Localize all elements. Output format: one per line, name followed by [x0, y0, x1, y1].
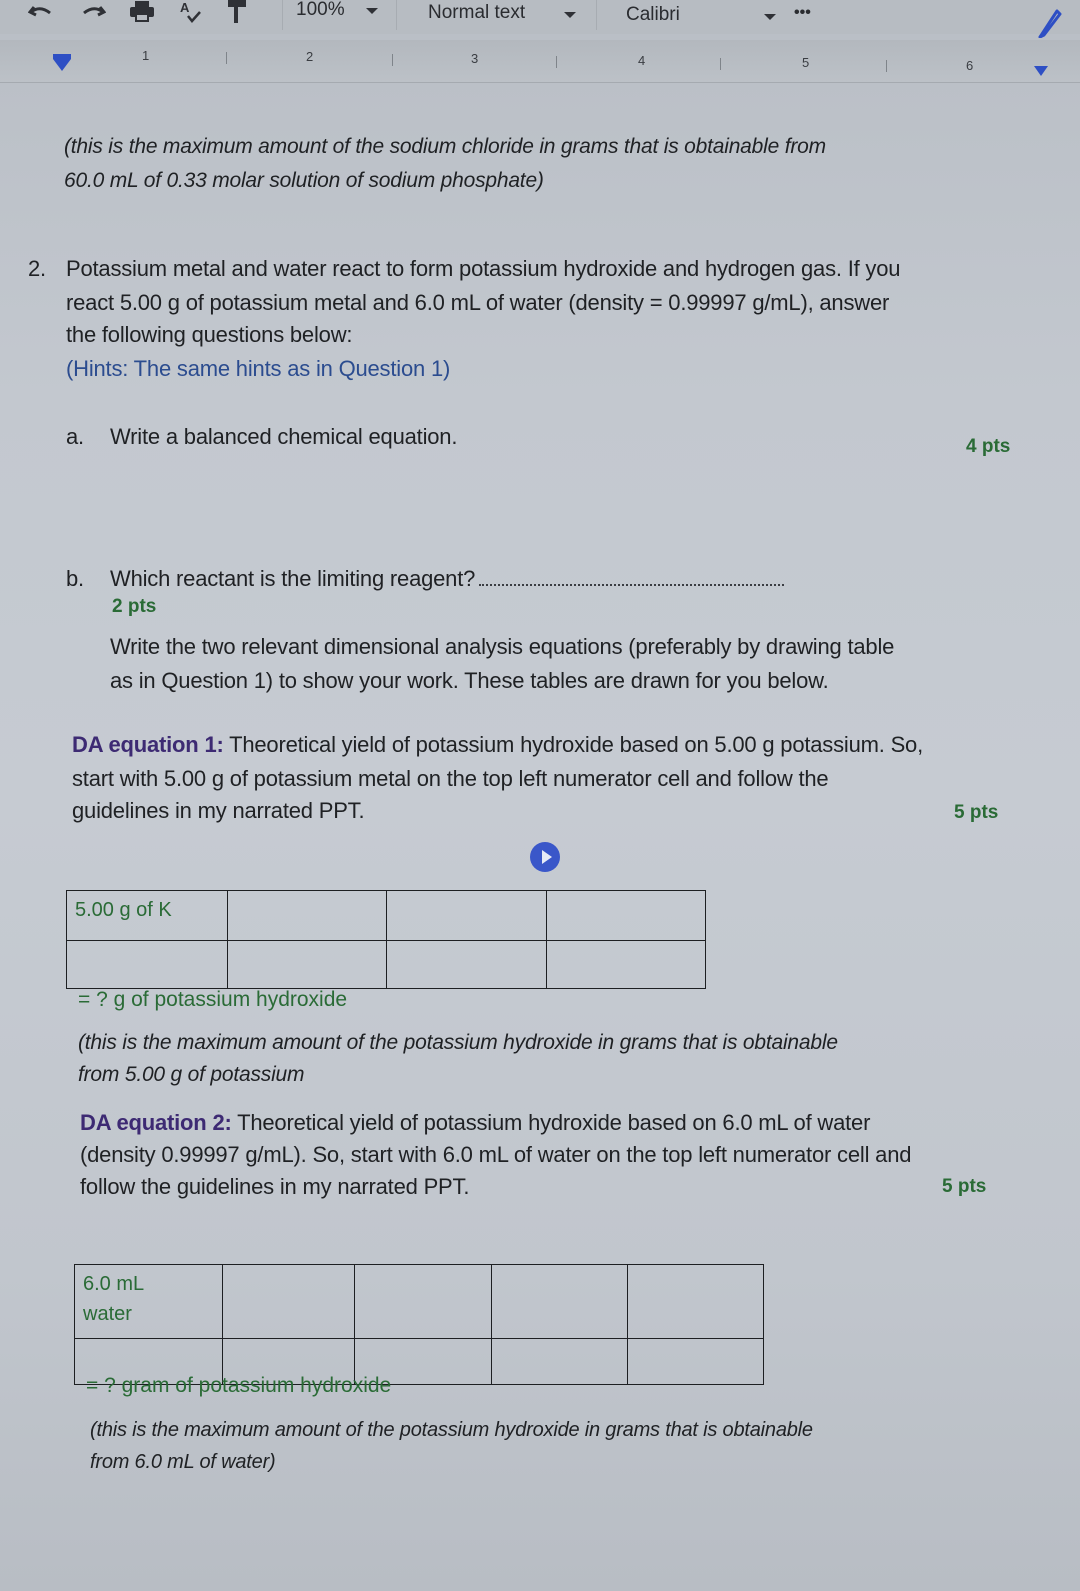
da2-line3: follow the guidelines in my narrated PPT… [80, 1174, 470, 1199]
da1-line2: start with 5.00 g of potassium metal on … [72, 766, 829, 791]
part-a-points: 4 pts [966, 436, 1011, 457]
font-caret-icon[interactable] [764, 14, 776, 20]
redo-icon[interactable] [80, 0, 106, 24]
ruler-number: 5 [802, 55, 810, 70]
svg-text:A: A [180, 0, 190, 15]
part-b-instr-line2: as in Question 1) to show your work. The… [110, 668, 829, 693]
table-cell[interactable] [227, 890, 388, 941]
table-cell[interactable] [626, 1264, 765, 1339]
pencil-icon[interactable] [1036, 8, 1062, 44]
da1-points: 5 pts [954, 802, 999, 823]
ruler-number: 2 [306, 49, 314, 64]
table-cell[interactable]: 6.0 mL water [73, 1264, 224, 1339]
ruler-tick [886, 60, 887, 72]
table-cell[interactable] [354, 1264, 492, 1339]
prev-note-line2: 60.0 mL of 0.33 molar solution of sodium… [64, 169, 544, 192]
table-cell[interactable] [626, 1338, 765, 1385]
ruler-tick [556, 56, 557, 68]
table-cell[interactable] [490, 1264, 628, 1339]
print-icon[interactable] [128, 0, 156, 24]
da1-line3: guidelines in my narrated PPT. [72, 798, 365, 823]
part-b-letter: b. [66, 566, 84, 591]
da1-line1-text: Theoretical yield of potassium hydroxide… [223, 732, 923, 757]
more-options-button[interactable]: ••• [794, 4, 811, 22]
part-a-letter: a. [66, 424, 84, 449]
table-row: 5.00 g of K [65, 890, 707, 941]
font-select[interactable]: Calibri [626, 4, 680, 26]
undo-icon[interactable] [28, 0, 54, 24]
table-cell[interactable] [65, 940, 229, 989]
question-2-line1: Potassium metal and water react to form … [66, 256, 901, 281]
da1-result: = ? g of potassium hydroxide [78, 988, 348, 1011]
toolbar-divider [396, 0, 397, 30]
ruler-tick [392, 54, 393, 66]
zoom-caret-icon[interactable] [366, 8, 378, 14]
table-cell[interactable] [490, 1338, 628, 1385]
table-cell[interactable]: 5.00 g of K [65, 890, 229, 941]
table-cell[interactable] [545, 890, 707, 941]
da2-label: DA equation 2: [80, 1110, 232, 1135]
table-cell[interactable] [227, 940, 388, 989]
ruler-tick [720, 58, 721, 70]
da2-line2: (density 0.99997 g/mL). So, start with 6… [80, 1142, 912, 1167]
da1-table: 5.00 g of K [65, 890, 707, 989]
ruler[interactable]: 1 2 3 4 5 6 [0, 40, 1080, 83]
da2-table: 6.0 mL water [73, 1264, 765, 1385]
da2-note-line1: (this is the maximum amount of the potas… [90, 1419, 813, 1441]
style-select[interactable]: Normal text [428, 2, 525, 24]
table-cell[interactable] [545, 940, 707, 989]
table-row: 6.0 mL water [73, 1264, 765, 1339]
da1-line1: DA equation 1: Theoretical yield of pota… [72, 728, 923, 761]
paint-format-icon[interactable] [226, 0, 248, 24]
ruler-number: 6 [966, 58, 974, 73]
right-indent-marker[interactable] [1034, 66, 1048, 76]
da2-points: 5 pts [942, 1176, 987, 1197]
spellcheck-icon[interactable]: A [178, 0, 204, 24]
prev-note-line1: (this is the maximum amount of the sodiu… [64, 135, 826, 158]
da2-result: = ? gram of potassium hydroxide [86, 1374, 392, 1397]
question-2-line2: react 5.00 g of potassium metal and 6.0 … [66, 290, 890, 315]
answer-blank[interactable] [479, 570, 785, 586]
part-b-question: Which reactant is the limiting reagent? [110, 562, 785, 595]
toolbar-divider [282, 0, 283, 30]
table-row [65, 940, 707, 989]
ruler-number: 3 [471, 51, 479, 66]
question-2-hint: (Hints: The same hints as in Question 1) [66, 356, 451, 381]
part-b-points: 2 pts [112, 596, 157, 617]
table-cell[interactable] [386, 890, 547, 941]
da2-line1-text: Theoretical yield of potassium hydroxide… [231, 1110, 871, 1135]
question-2-line3: the following questions below: [66, 322, 353, 347]
play-button[interactable] [530, 842, 560, 872]
question-number: 2. [28, 256, 46, 281]
da1-label: DA equation 1: [72, 732, 224, 757]
da2-note-line2: from 6.0 mL of water) [90, 1451, 276, 1473]
zoom-select[interactable]: 100% [296, 0, 345, 21]
da1-note-line2: from 5.00 g of potassium [78, 1063, 305, 1086]
left-indent-marker[interactable] [53, 59, 71, 71]
part-a-text: Write a balanced chemical equation. [110, 424, 458, 449]
part-b-text: Which reactant is the limiting reagent? [110, 566, 476, 591]
toolbar: A 100% Normal text Calibri ••• [0, 0, 1080, 39]
part-b-instr-line1: Write the two relevant dimensional analy… [110, 634, 895, 659]
table-cell[interactable] [222, 1264, 356, 1339]
ruler-number: 4 [638, 53, 646, 68]
da1-note-line1: (this is the maximum amount of the potas… [78, 1031, 838, 1054]
ruler-number: 1 [142, 48, 150, 63]
da2-line1: DA equation 2: Theoretical yield of pota… [80, 1106, 870, 1139]
ruler-tick [226, 52, 227, 64]
table-cell[interactable] [386, 940, 547, 989]
style-caret-icon[interactable] [564, 12, 576, 18]
toolbar-divider [596, 0, 597, 30]
